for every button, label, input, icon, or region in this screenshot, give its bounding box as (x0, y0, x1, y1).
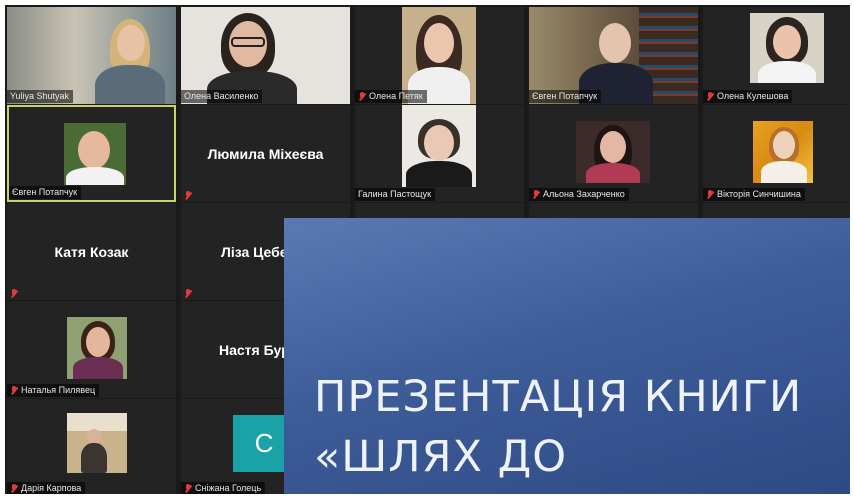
participant-video (67, 413, 127, 473)
slide-title-line-2: «ШЛЯХ ДО (314, 432, 568, 482)
participant-tile[interactable]: Галина Пастощук (355, 105, 524, 202)
participant-display-name: Настя Бур (219, 341, 290, 358)
participant-name-bar (181, 190, 199, 201)
participant-display-name: Люмила Міхеєва (207, 145, 324, 162)
participant-video (402, 105, 476, 187)
participant-name: Олена Василенко (181, 90, 263, 103)
participant-tile[interactable]: Дарія Карпова (7, 399, 176, 494)
participant-tile[interactable]: Вікторія Синчишина (703, 105, 850, 202)
participant-video (750, 13, 824, 83)
participant-tile-active-speaker[interactable]: Євген Потапчук (7, 105, 176, 202)
participant-name: Альона Захарченко (529, 188, 629, 201)
muted-mic-icon (184, 289, 192, 298)
participant-name: Вікторія Синчишина (703, 188, 805, 201)
participant-name: Олена Кулешова (703, 90, 793, 103)
participant-tile[interactable]: Люмила Міхеєва (181, 105, 350, 202)
muted-mic-icon (184, 191, 192, 200)
muted-mic-icon (10, 386, 18, 395)
participant-video (64, 123, 126, 185)
participant-video (576, 121, 650, 183)
participant-video (753, 121, 813, 183)
muted-mic-icon (706, 92, 714, 101)
muted-mic-icon (358, 92, 366, 101)
participant-display-name: Ліза Цебе (221, 243, 288, 260)
muted-mic-icon (10, 484, 18, 493)
participant-name: Сніжана Голець (181, 482, 266, 494)
participant-tile[interactable]: Олена Петяк (355, 7, 524, 104)
participant-name: Галина Пастощук (355, 188, 436, 201)
muted-mic-icon (532, 190, 540, 199)
participant-tile[interactable]: Олена Кулешова (703, 7, 850, 104)
participant-name: Євген Потапчук (9, 186, 82, 199)
participant-tile[interactable]: Наталья Пилявец (7, 301, 176, 398)
participant-display-name: Катя Козак (54, 243, 129, 260)
muted-mic-icon (706, 190, 714, 199)
participant-name: Євген Потапчук (529, 90, 602, 103)
participant-name: Олена Петяк (355, 90, 427, 103)
participant-name: Наталья Пилявец (7, 384, 100, 397)
muted-mic-icon (184, 484, 192, 493)
participant-video (67, 317, 127, 379)
participant-name-bar (7, 288, 25, 299)
slide-title-line-1: ПРЕЗЕНТАЦІЯ КНИГИ (314, 372, 803, 422)
participant-tile[interactable]: Олена Василенко (181, 7, 350, 104)
participant-name-bar (181, 288, 199, 299)
muted-mic-icon (10, 289, 18, 298)
participant-tile[interactable]: Yuliya Shutyak (7, 7, 176, 104)
participant-tile[interactable]: Катя Козак (7, 203, 176, 300)
participant-name: Yuliya Shutyak (7, 90, 74, 103)
participant-name: Дарія Карпова (7, 482, 86, 494)
participant-tile[interactable]: Альона Захарченко (529, 105, 698, 202)
participant-tile[interactable]: Євген Потапчук (529, 7, 698, 104)
presentation-slide: ПРЕЗЕНТАЦІЯ КНИГИ «ШЛЯХ ДО (284, 218, 850, 494)
